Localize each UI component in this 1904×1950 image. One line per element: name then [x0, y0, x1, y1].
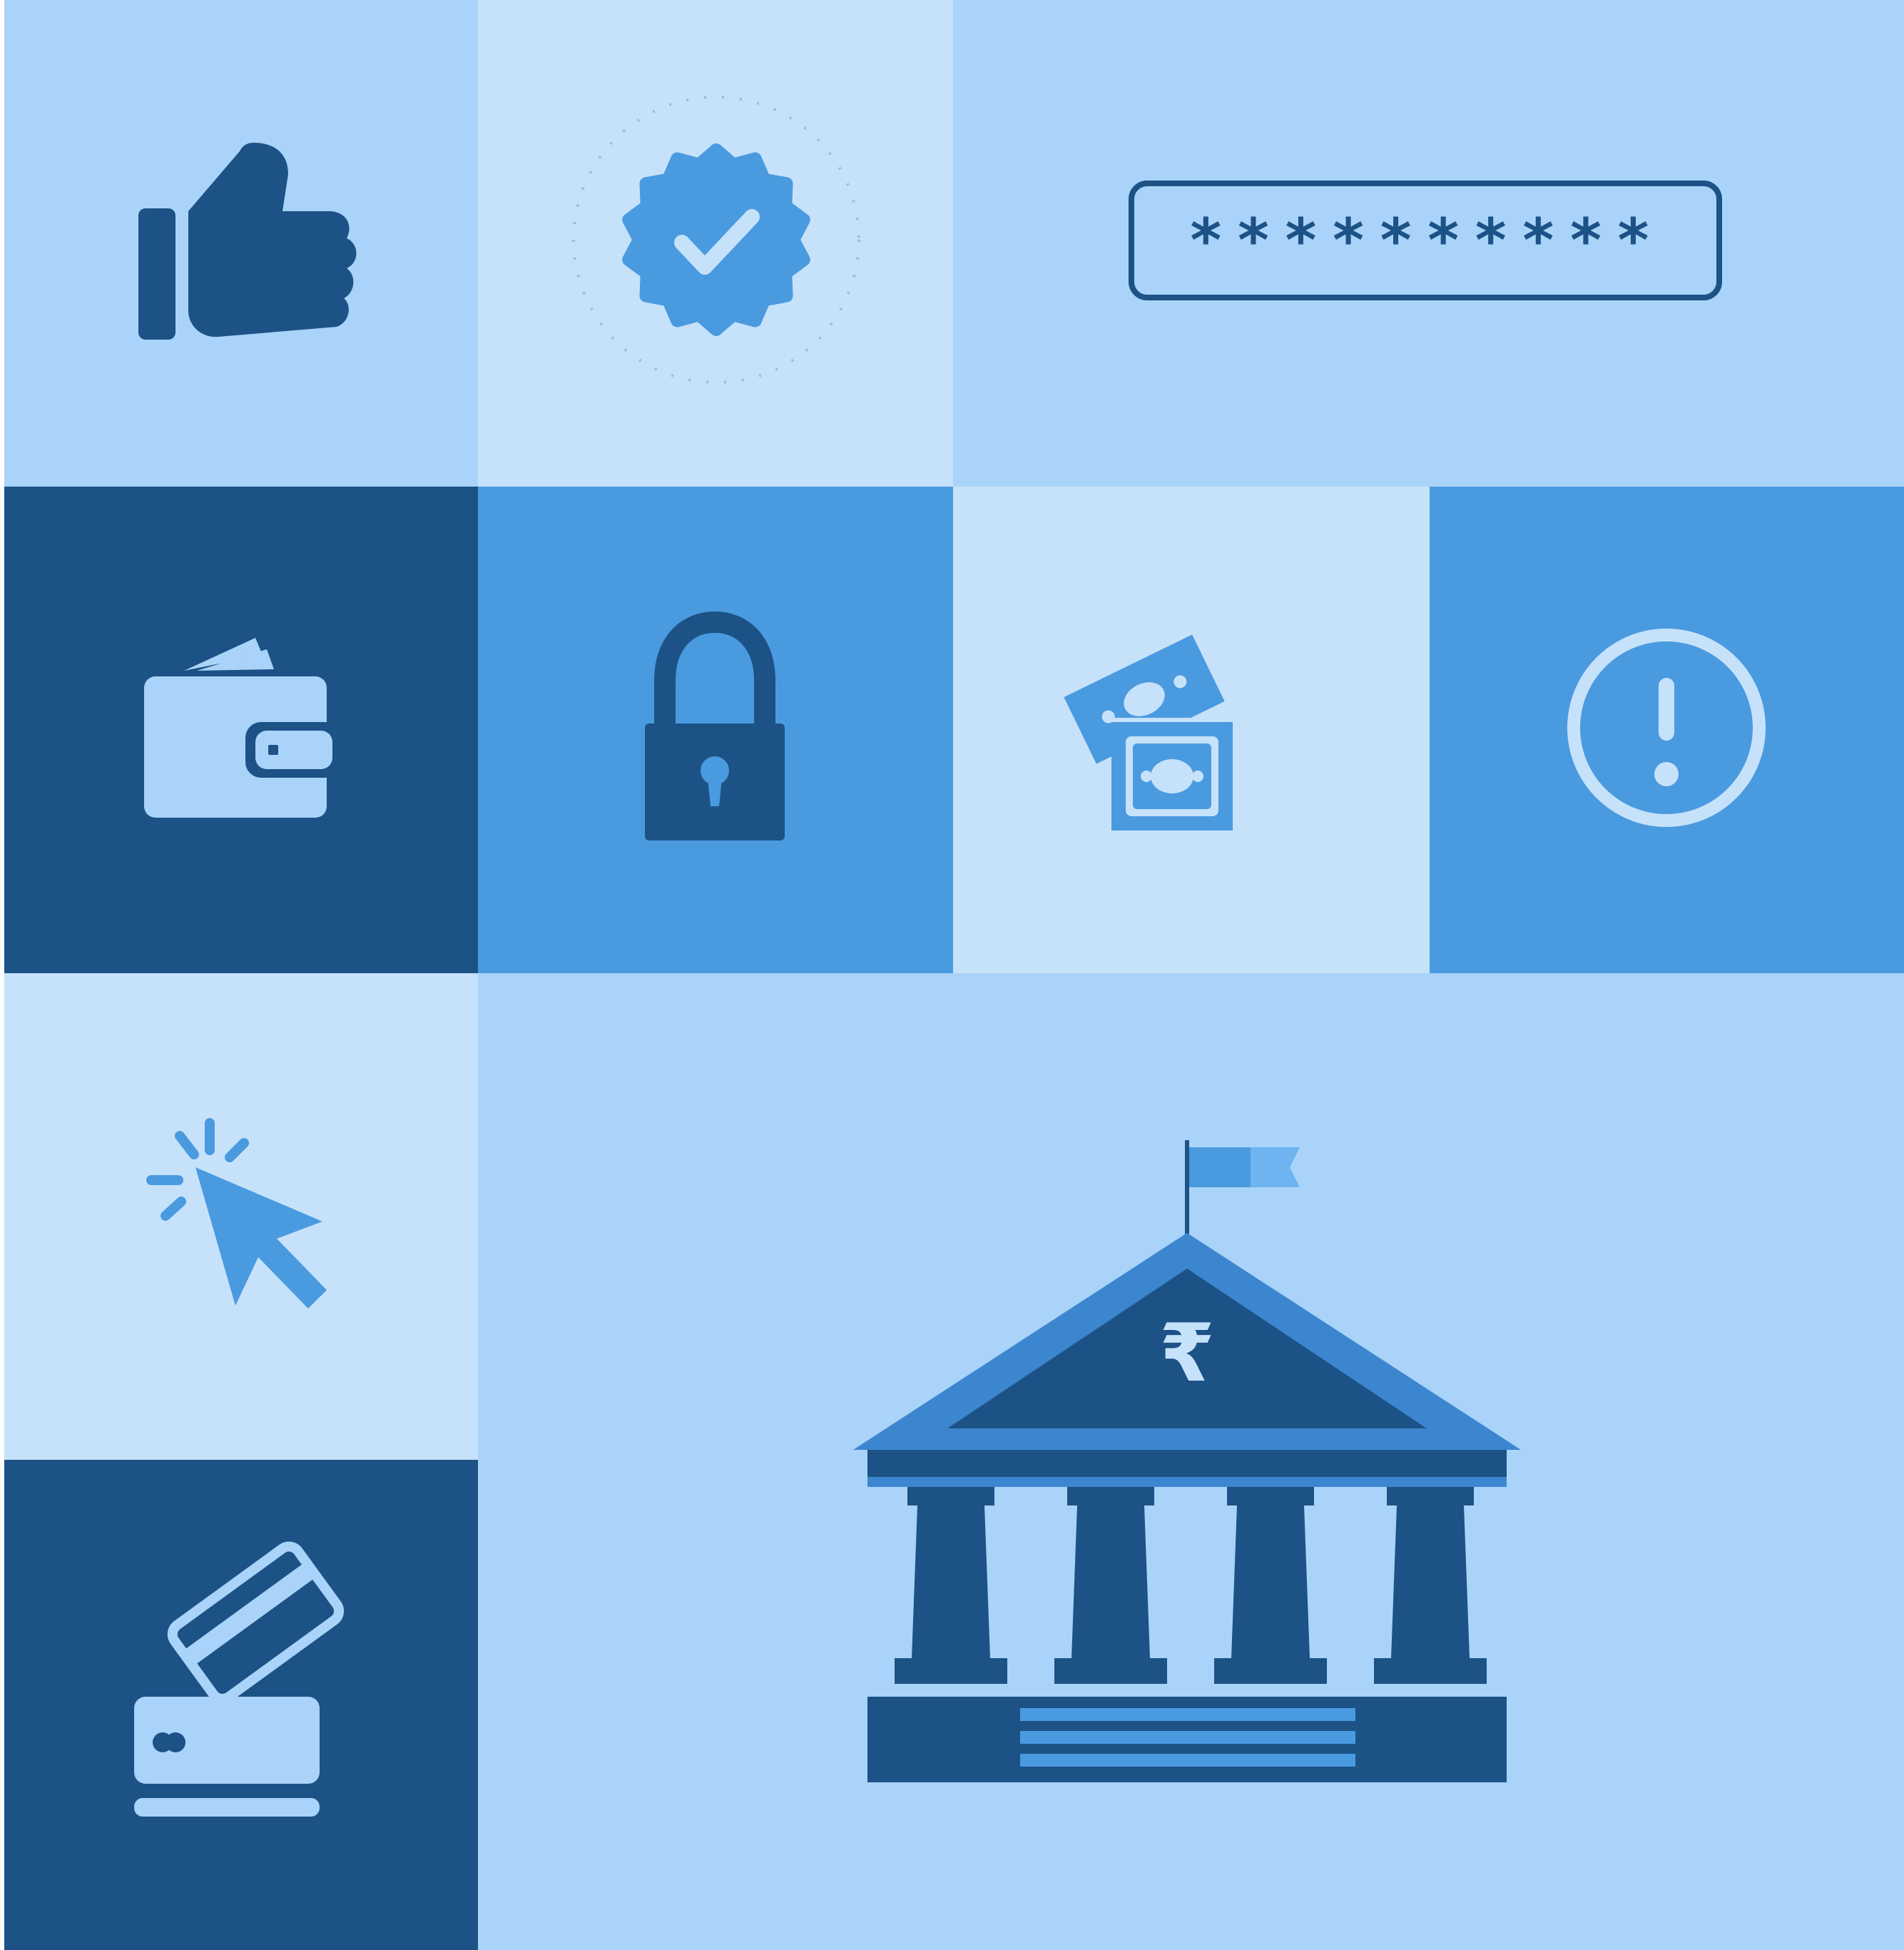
bank-building-icon — [853, 1140, 1521, 1782]
tile-bank: ₹ — [478, 973, 1904, 1950]
padlock-icon — [645, 611, 785, 841]
tile-alert — [1430, 487, 1904, 973]
cash-icon — [1064, 634, 1233, 831]
cursor-click-icon — [146, 1118, 327, 1309]
rupee-symbol: ₹ — [1159, 1307, 1215, 1400]
tile-lock — [478, 487, 953, 973]
tile-verified — [478, 0, 953, 487]
fintech-icon-grid: ********** ₹ — [0, 0, 1904, 1950]
tile-cards — [4, 1460, 478, 1950]
tile-like — [4, 0, 478, 487]
exclamation-circle-icon — [1567, 629, 1766, 827]
wallet-icon — [144, 638, 341, 818]
tile-cash — [953, 487, 1430, 973]
tile-click — [4, 973, 478, 1460]
credit-cards-icon — [134, 1541, 345, 1817]
tile-wallet — [4, 487, 478, 973]
tile-password: ********** — [953, 0, 1904, 487]
password-masked-value: ********** — [1188, 205, 1663, 275]
thumbs-up-icon — [138, 143, 357, 340]
verified-badge-icon — [572, 96, 860, 384]
